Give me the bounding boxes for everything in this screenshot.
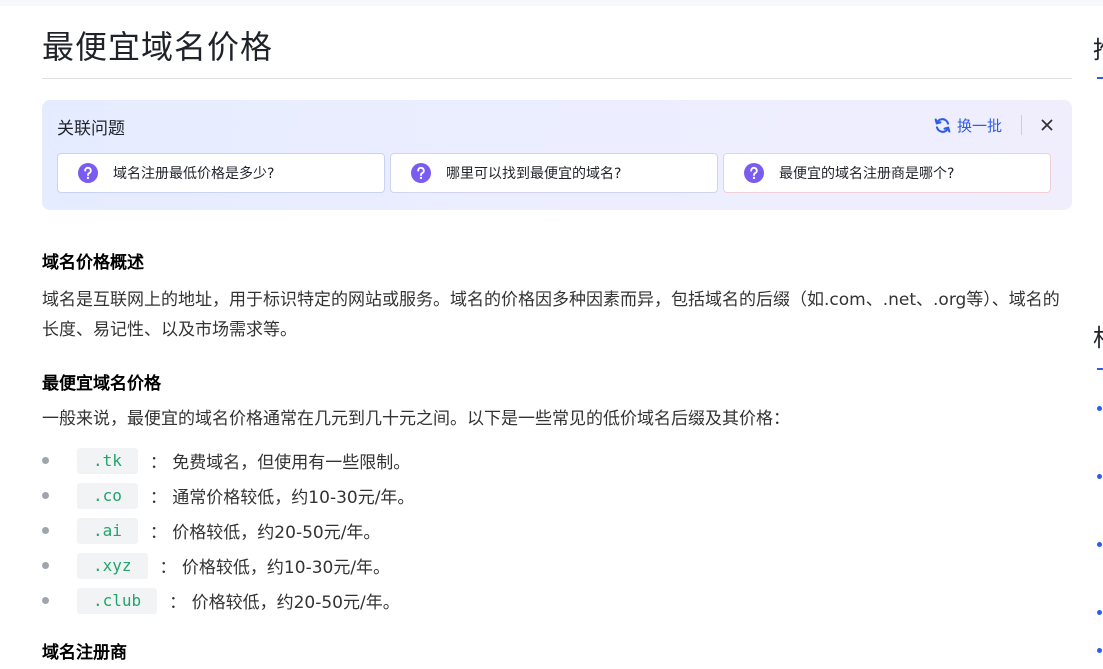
top-bar	[0, 0, 1103, 6]
related-question-text: 最便宜的域名注册商是哪个?	[779, 166, 955, 182]
tld-description: ： 免费域名，但使用有一些限制。	[149, 453, 411, 473]
sidebar-link-bullet[interactable]	[1097, 474, 1102, 479]
bullet	[42, 597, 49, 604]
refresh-label: 换一批	[957, 116, 1003, 135]
tld-description: ： 价格较低，约10-30元/年。	[159, 558, 391, 578]
bullet	[42, 562, 49, 569]
related-questions-panel: 关联问题 换一批 域名注册最低价格是多少? 哪里可以找到最便宜的域名? 最便宜的…	[42, 100, 1072, 210]
sidebar-link-bullet[interactable]	[1097, 610, 1102, 615]
tld-code: .co	[77, 482, 138, 509]
tld-code: .ai	[77, 517, 138, 544]
header-divider	[1021, 115, 1022, 135]
section-paragraph: 域名是互联网上的地址，用于标识特定的网站或服务。域名的价格因多种因素而异，包括域…	[42, 290, 1060, 340]
related-question-card[interactable]: 哪里可以找到最便宜的域名?	[390, 153, 718, 193]
sidebar-link-bullet[interactable]	[1097, 542, 1102, 547]
price-list: .tk ： 免费域名，但使用有一些限制。 .co ： 通常价格较低，约10-30…	[42, 443, 414, 618]
tld-description: ： 价格较低，约20-50元/年。	[149, 523, 381, 543]
section-heading: 域名价格概述	[42, 253, 144, 273]
related-question-text: 域名注册最低价格是多少?	[113, 166, 275, 182]
list-item: .xyz ： 价格较低，约10-30元/年。	[42, 548, 414, 583]
section-heading: 域名注册商	[42, 643, 127, 663]
list-item: .co ： 通常价格较低，约10-30元/年。	[42, 478, 414, 513]
sidebar-heading-fragment: 相	[1093, 318, 1103, 352]
sidebar-divider	[1097, 368, 1103, 370]
question-mark-icon	[744, 163, 764, 183]
question-mark-icon	[78, 163, 98, 183]
title-divider	[42, 78, 1072, 79]
refresh-button[interactable]: 换一批	[934, 115, 1002, 135]
bullet	[42, 457, 49, 464]
tld-description: ： 价格较低，约20-50元/年。	[169, 593, 400, 613]
tld-code: .club	[77, 587, 158, 614]
sidebar-link-bullet[interactable]	[1097, 406, 1102, 411]
sidebar-link-bullet[interactable]	[1097, 648, 1102, 653]
list-item: .tk ： 免费域名，但使用有一些限制。	[42, 443, 414, 478]
sidebar-heading-fragment: 推	[1093, 30, 1103, 64]
bullet	[42, 492, 49, 499]
sidebar-divider	[1097, 77, 1103, 79]
section-heading: 最便宜域名价格	[42, 374, 161, 394]
tld-description: ： 通常价格较低，约10-30元/年。	[149, 488, 415, 508]
related-questions-list: 域名注册最低价格是多少? 哪里可以找到最便宜的域名? 最便宜的域名注册商是哪个?	[57, 153, 1051, 193]
bullet	[42, 527, 49, 534]
related-question-card[interactable]: 域名注册最低价格是多少?	[57, 153, 385, 193]
list-item: .ai ： 价格较低，约20-50元/年。	[42, 513, 414, 548]
related-question-text: 哪里可以找到最便宜的域名?	[446, 166, 622, 182]
close-icon	[1041, 119, 1053, 131]
related-question-card[interactable]: 最便宜的域名注册商是哪个?	[723, 153, 1051, 193]
list-item: .club ： 价格较低，约20-50元/年。	[42, 583, 414, 618]
section-paragraph: 一般来说，最便宜的域名价格通常在几元到几十元之间。以下是一些常见的低价域名后缀及…	[42, 409, 790, 429]
close-button[interactable]	[1039, 115, 1055, 135]
page-title: 最便宜域名价格	[42, 28, 274, 66]
related-questions-heading: 关联问题	[57, 119, 125, 139]
tld-code: .tk	[77, 447, 138, 474]
question-mark-icon	[411, 163, 431, 183]
tld-code: .xyz	[77, 552, 148, 579]
refresh-icon	[934, 117, 951, 133]
